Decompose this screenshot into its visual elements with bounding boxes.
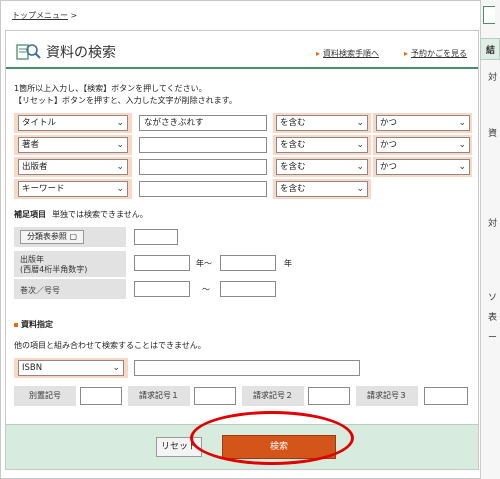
page-title: 資料の検索 [46, 45, 116, 61]
highlight-ellipse [190, 411, 354, 465]
match-select-value: を含む [280, 118, 306, 128]
logic-select[interactable]: かつ ⌄ [376, 159, 470, 175]
criteria-input[interactable] [139, 137, 267, 153]
logic-select[interactable]: かつ ⌄ [376, 137, 470, 153]
field-select-value: タイトル [22, 118, 57, 128]
match-select-value: を含む [280, 162, 306, 172]
chevron-down-icon: ⌄ [116, 118, 124, 128]
logic-select-value: かつ [380, 118, 398, 128]
intro-line: 1箇所以上入力し、【検索】ボタンを押してください。 [14, 84, 207, 93]
year-to-input[interactable] [220, 255, 276, 271]
chevron-down-icon: ⌄ [356, 118, 364, 128]
chevron-down-icon: ⌄ [356, 162, 364, 172]
field-select-value: 著者 [22, 140, 40, 150]
year-format-label: (西暦4桁半角数字) [20, 265, 88, 274]
match-select[interactable]: を含む ⌄ [276, 137, 368, 153]
material-note: 他の項目と組み合わせて検索することはできません。 [14, 341, 206, 350]
year-row: 出版年 (西暦4桁半角数字) [14, 251, 126, 277]
supplement-heading-text: 補足項目 [14, 210, 46, 219]
code-input[interactable] [308, 387, 350, 405]
right-panel-text: 対 [488, 73, 498, 83]
code-input[interactable] [424, 387, 468, 405]
year-from-unit: 年～ [196, 259, 212, 268]
field-select-value: 出版者 [22, 162, 48, 172]
material-heading: 資料指定 [21, 320, 53, 329]
logic-select-value: かつ [380, 140, 398, 150]
right-panel-heading-text: 結 [486, 46, 496, 56]
reservation-cart-link[interactable]: 予約かごを見る [404, 48, 467, 59]
logic-select[interactable]: かつ ⌄ [376, 115, 470, 131]
book-search-icon [16, 44, 41, 60]
code-input[interactable] [194, 387, 236, 405]
criteria-input[interactable] [139, 159, 267, 175]
supplement-heading: 補足項目 単独では検索できません。 [14, 209, 148, 220]
criteria-input[interactable] [139, 181, 267, 197]
chevron-down-icon: ⌄ [458, 162, 466, 172]
code-label: 別置記号 [14, 386, 76, 406]
match-select-value: を含む [280, 184, 306, 194]
volume-tilde: ～ [202, 285, 210, 294]
classification-row: 分類表参照 ▢ [14, 227, 126, 247]
chevron-down-icon: ⌄ [356, 140, 364, 150]
logic-select-value: かつ [380, 162, 398, 172]
chevron-down-icon: ⌄ [458, 118, 466, 128]
right-panel-text: ソ [488, 293, 498, 303]
breadcrumb: トップメニュー > [12, 10, 77, 21]
material-type-value: ISBN [22, 363, 43, 373]
code-input[interactable] [80, 387, 122, 405]
right-panel-heading: 結 [480, 38, 500, 60]
chevron-down-icon: ⌄ [356, 184, 364, 194]
right-panel-text: ー [488, 333, 498, 343]
right-panel-text: 表 [488, 313, 498, 323]
material-type-select[interactable]: ISBN ⌄ [18, 360, 124, 376]
section-bullet-icon [14, 323, 18, 327]
year-to-unit: 年 [284, 259, 292, 268]
chevron-down-icon: ⌄ [116, 184, 124, 194]
field-select[interactable]: 出版者 ⌄ [18, 159, 128, 175]
field-select-value: キーワード [22, 184, 65, 194]
volume-from-input[interactable] [134, 281, 190, 297]
breadcrumb-arrow: > [70, 11, 78, 20]
volume-label: 巻次／号号 [20, 286, 60, 295]
title-bar: 資料の検索 資料検索手順へ 予約かごを見る [6, 31, 478, 69]
right-panel-tab[interactable] [483, 6, 495, 24]
field-select[interactable]: 著者 ⌄ [18, 137, 128, 153]
material-input[interactable] [134, 360, 360, 376]
match-select[interactable]: を含む ⌄ [276, 181, 368, 197]
criteria-input[interactable]: ながさきぶれす [139, 115, 267, 131]
chevron-down-icon: ⌄ [116, 162, 124, 172]
breadcrumb-top-link[interactable]: トップメニュー [12, 11, 68, 20]
match-select-value: を含む [280, 140, 306, 150]
search-panel: 資料の検索 資料検索手順へ 予約かごを見る 1箇所以上入力し、【検索】ボタンを押… [5, 30, 479, 470]
match-select[interactable]: を含む ⌄ [276, 159, 368, 175]
volume-row: 巻次／号号 [14, 279, 126, 299]
supplement-note: 単独では検索できません。 [52, 210, 148, 219]
match-select[interactable]: を含む ⌄ [276, 115, 368, 131]
chevron-down-icon: ⌄ [116, 140, 124, 150]
field-select[interactable]: タイトル ⌄ [18, 115, 128, 131]
right-panel-text: 対 [488, 219, 498, 229]
code-label: 請求記号２ [242, 386, 304, 406]
intro-line: 【リセット】ボタンを押すと、入力した文字が削除されます。 [14, 96, 237, 105]
field-select[interactable]: キーワード ⌄ [18, 181, 128, 197]
classification-button-label: 分類表参照 [26, 232, 67, 241]
chevron-down-icon: ⌄ [112, 363, 120, 373]
code-label: 請求記号１ [128, 386, 190, 406]
volume-to-input[interactable] [220, 281, 276, 297]
right-panel-text: 資 [488, 129, 498, 139]
classification-input[interactable] [134, 229, 178, 245]
search-procedure-link[interactable]: 資料検索手順へ [316, 48, 379, 59]
code-label: 請求記号３ [356, 386, 418, 406]
chevron-down-icon: ⌄ [458, 140, 466, 150]
classification-table-button[interactable]: 分類表参照 ▢ [20, 230, 84, 244]
year-from-input[interactable] [134, 255, 190, 271]
